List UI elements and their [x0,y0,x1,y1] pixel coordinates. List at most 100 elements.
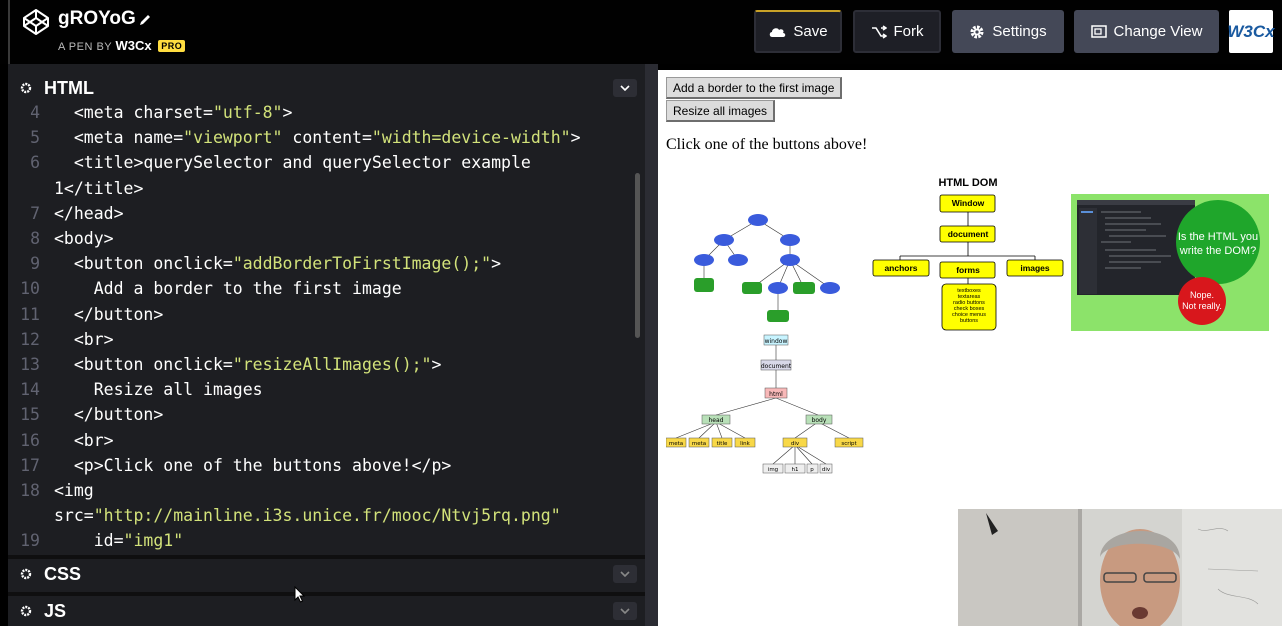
code-text: 1</title> [54,178,144,198]
css-panel-header[interactable]: CSS [8,555,645,589]
code-text: <img [54,481,94,500]
code-text: </button> [54,405,164,425]
add-border-button[interactable]: Add a border to the first image [666,77,843,99]
tree-title-label: title [717,441,728,447]
css-panel-title: CSS [44,563,82,584]
code-line[interactable]: 16 <br> [8,430,114,456]
header-left-edge [8,0,10,64]
tree-div-label: div [791,441,800,447]
code-line[interactable]: 14 Resize all images [8,380,263,405]
code-text: <meta name="viewport" content="width=dev… [54,128,581,148]
code-line[interactable]: 7 </head> [8,203,124,229]
tree-window-label: window [765,338,788,345]
gear-icon [970,25,984,38]
code-line[interactable]: 11 </button> [8,305,163,330]
w3cx-logo[interactable]: W3Cx [1227,10,1275,53]
line-number: 12 [20,329,40,349]
line-number: 17 [20,455,40,475]
code-text: <br> [54,329,114,349]
code-text: </head> [54,203,124,223]
chevron-down-icon [620,608,630,614]
tree-meta2-label: meta [692,441,706,447]
code-line[interactable]: 4 <meta charset="utf-8"> [8,103,292,128]
save-button-label: Save [793,23,828,40]
pro-badge: PRO [158,40,186,52]
code-text: <meta charset="utf-8"> [54,103,293,122]
code-line[interactable]: 19 id="img1" [8,531,183,551]
html-code-editor[interactable]: 4 <meta charset="utf-8"> 5 <meta name="vi… [8,103,645,551]
html-panel-header[interactable]: HTML [8,73,645,103]
line-number: 18 [20,481,40,500]
dom-diagram-title: HTML DOM [938,177,997,189]
line-number: 6 [30,153,40,173]
dom-tree-image: window document html head body meta meta… [666,214,864,474]
html-collapse-button[interactable] [613,79,637,97]
code-line[interactable]: 10 Add a border to the first image [8,279,402,304]
mouse-cursor-icon [294,586,306,603]
code-line[interactable]: 9 <button onclick="addBorderToFirstImage… [8,254,501,279]
line-number: 4 [30,103,40,122]
code-line[interactable]: 1</title> [8,179,143,204]
panel-resize-handle[interactable] [645,64,658,626]
fork-button[interactable]: Fork [853,10,941,53]
line-number: 14 [20,380,40,400]
line-number: 19 [20,531,40,551]
codepen-logo-icon[interactable] [22,8,50,36]
author-link[interactable]: W3Cx [116,38,152,53]
pen-title[interactable]: gROYoG [58,8,136,30]
dom-document-node: document [948,229,989,239]
line-number: 8 [30,229,40,248]
js-settings-gear-icon[interactable] [20,605,32,617]
line-number: 9 [30,254,40,274]
preview-paragraph: Click one of the buttons above! [666,136,868,153]
line-number: 5 [30,128,40,148]
settings-button-label: Settings [992,23,1047,40]
code-line[interactable]: src="http://mainline.i3s.unice.fr/mooc/N… [8,506,561,531]
html-settings-gear-icon[interactable] [20,82,32,94]
dom-anchors-node: anchors [884,263,917,273]
tree-link-label: link [740,441,751,447]
tree-img-label: img [768,467,778,473]
resize-images-button[interactable]: Resize all images [666,100,776,122]
line-number: 10 [20,279,40,299]
code-text: Resize all images [54,380,263,400]
settings-button[interactable]: Settings [952,10,1064,53]
css-collapse-button[interactable] [613,565,637,583]
code-line[interactable]: 8 <body> [8,229,114,254]
code-line[interactable]: 18 <img [8,481,94,506]
tree-document-label: document [761,363,792,370]
html-dom-diagram-image: HTML DOM Window document anchors forms i… [872,177,1064,331]
bubble-question-text: Is the HTML you [1178,231,1258,243]
js-panel-header[interactable]: JS [8,592,645,626]
change-view-button[interactable]: Change View [1074,10,1219,53]
save-button[interactable]: Save [754,10,842,53]
code-line[interactable]: 13 <button onclick="resizeAllImages();"> [8,355,441,380]
js-collapse-button[interactable] [613,602,637,620]
code-text: Add a border to the first image [54,279,402,299]
editor-scrollbar[interactable] [635,173,640,338]
tree-head-label: head [709,417,724,424]
editor-column: HTML 4 <meta charset="utf-8"> 5 <meta nam… [8,64,645,626]
webcam-video-overlay [958,509,1282,626]
dom-form-item: buttons [960,318,978,324]
pen-byline: A PEN BY W3Cx PRO [58,38,186,53]
byline-prefix: A PEN BY [58,41,112,53]
editor-header: gROYoG A PEN BY W3Cx PRO Save Fork Setti… [0,0,1282,64]
change-view-button-label: Change View [1113,23,1203,40]
code-line[interactable]: 5 <meta name="viewport" content="width=d… [8,128,581,153]
tree-p-label: p [810,467,814,473]
dom-window-node: Window [952,198,985,208]
code-line[interactable]: 12 <br> [8,329,114,355]
tree-script-label: script [841,441,857,447]
code-text: <br> [54,430,114,450]
line-number: 13 [20,355,40,374]
tree-body-label: body [812,417,827,424]
code-line[interactable]: 15 </button> [8,405,163,430]
layout-icon [1090,25,1107,38]
code-line[interactable]: 17 <p>Click one of the buttons above!</p… [8,456,451,481]
code-line[interactable]: 6 <title>querySelector and querySelector… [8,153,531,178]
pencil-edit-icon[interactable] [138,13,152,27]
css-settings-gear-icon[interactable] [20,568,32,580]
code-text: <p>Click one of the buttons above!</p> [54,455,452,475]
line-number: 7 [30,203,40,223]
